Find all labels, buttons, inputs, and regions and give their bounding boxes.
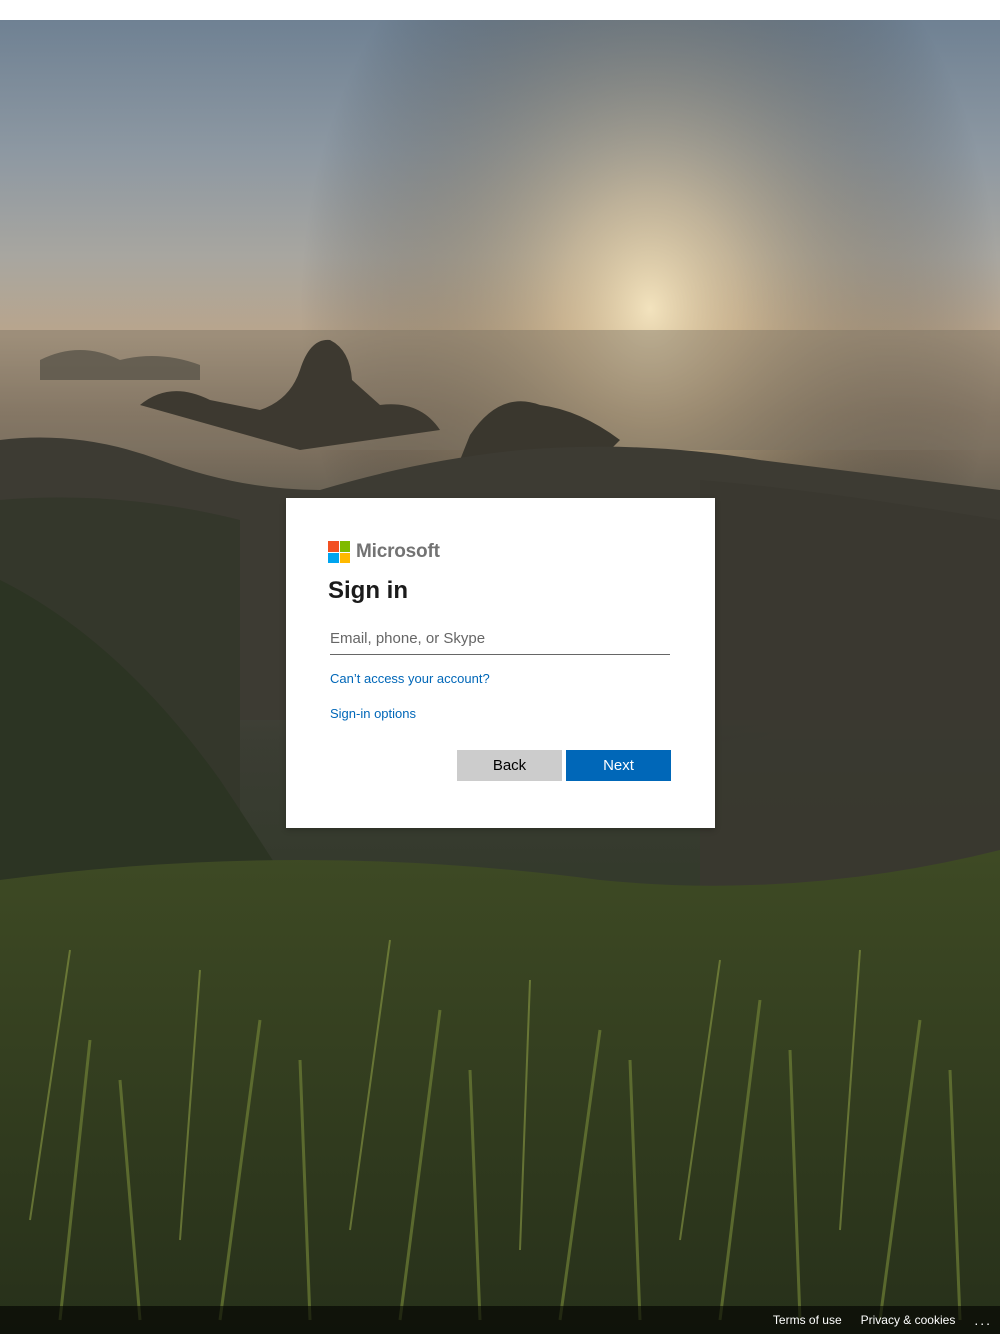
next-button[interactable]: Next [566, 750, 671, 781]
brand-name: Microsoft [356, 541, 440, 562]
logo-square-blue [328, 552, 339, 563]
footer-bar: Terms of use Privacy & cookies ... [0, 1306, 1000, 1334]
more-options-icon[interactable]: ... [974, 1312, 992, 1328]
sign-in-options-link[interactable]: Sign-in options [330, 706, 416, 721]
privacy-cookies-link[interactable]: Privacy & cookies [861, 1313, 956, 1327]
terms-of-use-link[interactable]: Terms of use [773, 1313, 842, 1327]
logo-square-yellow [339, 552, 350, 563]
cant-access-account-link[interactable]: Can’t access your account? [330, 671, 490, 686]
back-button[interactable]: Back [457, 750, 562, 781]
status-strip [0, 0, 1000, 20]
microsoft-brand: Microsoft [328, 541, 440, 563]
logo-square-green [339, 541, 350, 552]
logo-square-red [328, 541, 339, 552]
microsoft-logo-icon [328, 541, 350, 563]
page-title: Sign in [328, 577, 408, 604]
email-phone-skype-input[interactable] [330, 622, 670, 655]
signin-card: Microsoft Sign in Can’t access your acco… [286, 498, 715, 828]
